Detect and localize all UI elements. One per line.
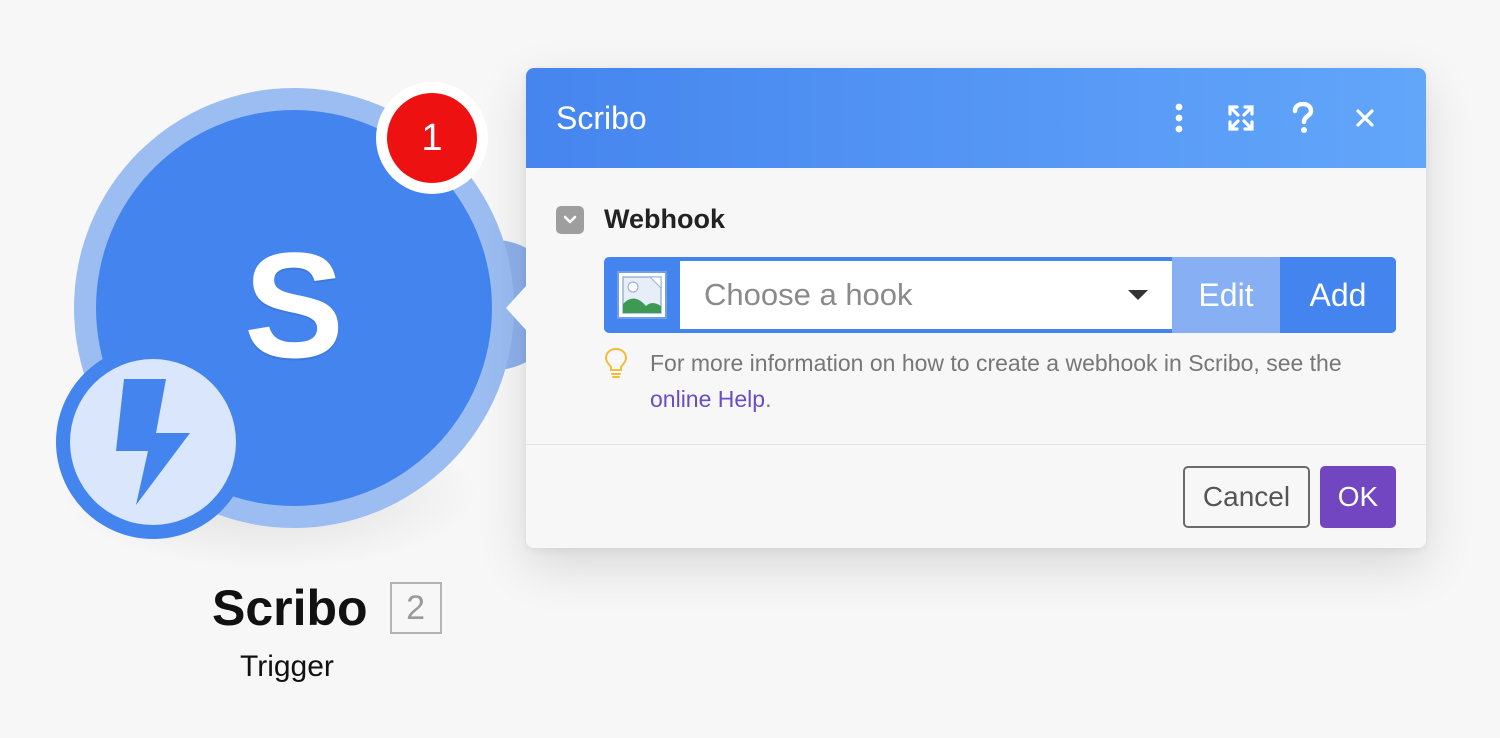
- dialog-pointer: [506, 286, 526, 330]
- ok-button[interactable]: OK: [1320, 465, 1396, 528]
- badge-outline: 1: [376, 82, 488, 194]
- add-hook-button[interactable]: Add: [1280, 257, 1396, 333]
- trigger-type-indicator[interactable]: [56, 345, 250, 539]
- module-title-row: Scribo 2: [212, 578, 442, 638]
- help-text-prefix: For more information on how to create a …: [650, 350, 1342, 376]
- scenario-canvas: S 1 Scribo 2 Trigger Scribo Webhook Choo…: [0, 0, 1500, 738]
- expand-button[interactable]: [1210, 93, 1272, 143]
- online-help-link[interactable]: online Help: [650, 386, 765, 412]
- image-placeholder-icon: [622, 276, 662, 314]
- module-title[interactable]: Scribo: [212, 579, 368, 637]
- more-options-button[interactable]: [1148, 93, 1210, 143]
- webhook-field-header: Webhook: [556, 204, 1396, 235]
- chevron-down-icon: [563, 215, 577, 223]
- help-hint: For more information on how to create a …: [604, 345, 1396, 417]
- dialog-header: Scribo: [526, 68, 1426, 168]
- error-count-badge[interactable]: 1: [387, 93, 477, 183]
- close-icon: [1356, 109, 1374, 127]
- module-id-box: 2: [389, 582, 442, 634]
- dialog-footer: Cancel OK: [526, 445, 1426, 548]
- lightbulb-icon: [604, 347, 628, 378]
- more-vertical-icon: [1175, 103, 1183, 133]
- webhook-selector: Choose a hook Edit Add: [604, 257, 1396, 333]
- module-settings-dialog: Scribo Webhook Choose a hook Edit Add Fo…: [506, 68, 1426, 548]
- trigger-inner: [70, 359, 236, 525]
- dialog-title: Scribo: [556, 99, 647, 136]
- hook-select[interactable]: Choose a hook: [680, 261, 1172, 329]
- edit-hook-button[interactable]: Edit: [1172, 257, 1280, 333]
- help-text-suffix: .: [765, 386, 772, 412]
- expand-icon: [1228, 105, 1254, 131]
- help-icon: [1292, 102, 1314, 133]
- dialog-body: Webhook Choose a hook Edit Add For more …: [526, 168, 1426, 445]
- app-logo-letter: S: [243, 220, 345, 389]
- hook-image-placeholder: [604, 257, 680, 333]
- lightning-bolt-icon: [116, 379, 190, 505]
- help-text: For more information on how to create a …: [650, 345, 1390, 417]
- hook-select-placeholder: Choose a hook: [704, 277, 913, 312]
- module-subtitle: Trigger: [240, 650, 334, 683]
- collapse-toggle[interactable]: [556, 205, 584, 234]
- close-button[interactable]: [1334, 93, 1396, 143]
- dropdown-caret-icon: [1128, 290, 1148, 300]
- webhook-label: Webhook: [604, 204, 725, 234]
- cancel-button[interactable]: Cancel: [1183, 465, 1310, 528]
- help-button[interactable]: [1272, 93, 1334, 143]
